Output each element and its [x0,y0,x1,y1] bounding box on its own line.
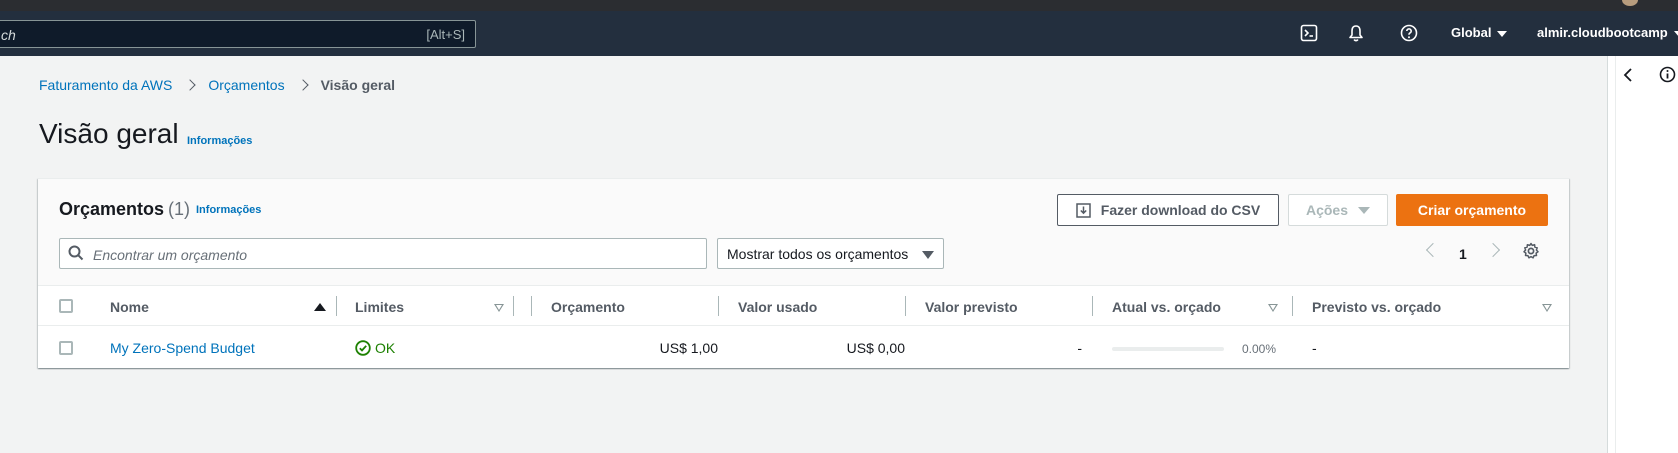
gear-icon[interactable] [1522,242,1540,265]
search-icon [68,245,84,266]
budget-search-input[interactable]: Encontrar um orçamento [59,238,707,269]
browser-chrome-strip [0,0,1678,11]
actual-vs-budget-percent: 0.00% [1241,342,1276,356]
page-info-link[interactable]: Informações [187,135,252,147]
pagination-next-icon[interactable] [1485,242,1501,258]
download-csv-button[interactable]: Fazer download do CSV [1057,194,1279,226]
create-budget-label: Criar orçamento [1417,202,1527,218]
budget-name-link[interactable]: My Zero-Spend Budget [110,340,255,356]
top-navigation: ch [Alt+S] Global almir.cloudbootcamp [0,11,1678,56]
row-select-checkbox[interactable] [59,341,73,355]
status-badge: OK [355,340,395,356]
budgets-title: Orçamentos (1) [59,199,190,220]
create-budget-button[interactable]: Criar orçamento [1396,194,1548,226]
column-resizer[interactable] [1292,296,1293,316]
column-resizer[interactable] [1092,296,1093,316]
notifications-bell-icon[interactable] [1346,23,1366,43]
caret-down-icon [922,251,934,259]
search-placeholder: ch [1,27,16,43]
region-label: Global [1451,25,1492,40]
sort-icon[interactable] [1268,304,1278,312]
help-icon[interactable] [1399,23,1419,43]
search-shortcut-hint: [Alt+S] [426,27,465,42]
column-header-valor-usado[interactable]: Valor usado [738,299,817,315]
sort-icon[interactable] [1542,304,1552,312]
caret-down-icon [1358,206,1371,214]
column-resizer[interactable] [531,296,532,316]
page-title: Visão geral [39,118,179,149]
download-icon [1076,202,1091,218]
info-circle-icon[interactable] [1659,66,1676,88]
column-header-orcamento[interactable]: Orçamento [551,299,625,315]
download-csv-label: Fazer download do CSV [1100,202,1261,218]
budgets-title-text: Orçamentos [59,199,165,219]
column-header-nome[interactable]: Nome [110,299,149,315]
pagination-page-number[interactable]: 1 [1459,246,1467,262]
browser-profile-avatar[interactable] [1622,0,1638,6]
budget-search-placeholder: Encontrar um orçamento [93,247,248,263]
actions-dropdown-button[interactable]: Ações [1288,194,1388,226]
column-resizer[interactable] [718,296,719,316]
chevron-down-icon [1497,30,1508,37]
column-resizer[interactable] [336,296,337,316]
sort-ascending-icon[interactable] [314,303,326,311]
sort-icon[interactable] [494,304,504,312]
pagination-previous-icon[interactable] [1425,242,1441,258]
account-menu[interactable]: almir.cloudbootcamp [1537,25,1678,40]
used-amount: US$ 0,00 [846,340,905,356]
breadcrumb-current: Visão geral [320,77,396,93]
column-resizer[interactable] [905,296,906,316]
global-search-input[interactable]: ch [Alt+S] [0,20,476,48]
forecast-vs-budget: - [1312,340,1317,356]
budgets-table-header: Orçamentos (1) Informações Fazer download… [38,179,1569,286]
column-header-valor-previsto[interactable]: Valor previsto [925,299,1018,315]
account-label: almir.cloudbootcamp [1537,25,1668,40]
column-resizer[interactable] [513,296,514,316]
region-selector[interactable]: Global [1451,25,1508,40]
help-panel-rail [1607,56,1678,453]
check-circle-icon [355,340,371,356]
breadcrumb-billing-link[interactable]: Faturamento da AWS [39,77,172,93]
cloudshell-icon[interactable] [1299,23,1319,43]
chevron-right-icon [184,79,196,91]
column-header-atual-vs-orcado[interactable]: Atual vs. orçado [1112,299,1221,315]
actual-vs-budget-progress-bar [1112,347,1224,351]
budgets-info-link[interactable]: Informações [196,204,261,216]
collapse-panel-icon[interactable] [1622,68,1634,87]
table-header-row: Nome Limites Orçamento Valor usado Valor… [38,287,1569,326]
budget-filter-value: Mostrar todos os orçamentos [727,246,909,262]
forecast-amount: - [1077,340,1082,356]
budget-filter-select[interactable]: Mostrar todos os orçamentos [717,238,944,269]
budgets-table-container: Orçamentos (1) Informações Fazer download… [38,178,1569,368]
breadcrumb: Faturamento da AWS Orçamentos Visão gera… [39,77,395,93]
chevron-right-icon [296,79,309,91]
budgets-count: (1) [168,199,191,219]
breadcrumb-budgets-link[interactable]: Orçamentos [208,77,284,93]
status-label: OK [375,340,396,356]
table-row: My Zero-Spend Budget OK US$ 1,00 US$ 0,0… [38,327,1569,368]
budget-amount: US$ 1,00 [659,340,718,356]
rail-divider [1615,56,1616,453]
chevron-down-icon [1673,30,1678,37]
column-header-limites[interactable]: Limites [355,299,404,315]
column-header-previsto-vs-orcado[interactable]: Previsto vs. orçado [1312,299,1441,315]
actions-label: Ações [1305,202,1349,218]
select-all-checkbox[interactable] [59,299,73,313]
